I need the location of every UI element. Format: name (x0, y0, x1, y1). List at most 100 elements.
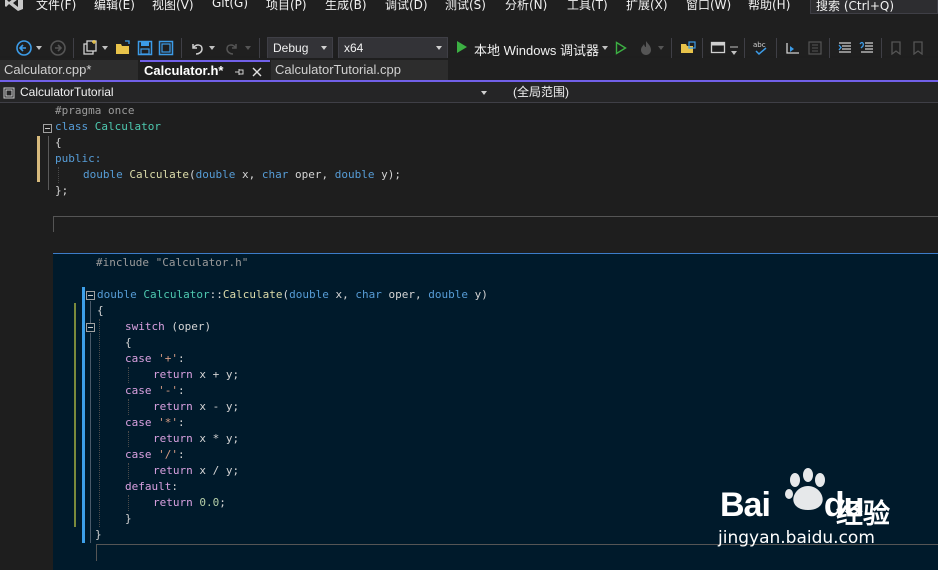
function-name: Calculate (222, 288, 283, 301)
uncomment-icon[interactable] (857, 38, 877, 58)
code-line: case '+': (125, 351, 185, 367)
pin-icon[interactable] (234, 67, 244, 77)
collapse-region-icon[interactable] (86, 323, 95, 332)
menu-window[interactable]: 窗口(W) (686, 0, 731, 13)
code-line: case '/': (125, 447, 185, 463)
tab-calculatortutorial-cpp[interactable]: CalculatorTutorial.cpp (271, 60, 448, 80)
project-combo[interactable]: CalculatorTutorial (3, 83, 490, 102)
bookmark-previous-icon[interactable] (909, 38, 927, 58)
keyword: case (125, 416, 152, 429)
code-editor-calculator-h[interactable]: #pragma once class Calculator { public: … (0, 103, 938, 209)
new-dropdown-icon[interactable] (100, 38, 110, 58)
keyword: return (153, 400, 193, 413)
project-name: CalculatorTutorial (20, 85, 114, 99)
code-line: return x - y; (153, 399, 239, 415)
outdent-icon[interactable] (805, 38, 825, 58)
close-icon[interactable] (252, 67, 262, 77)
code-line: case '*': (125, 415, 185, 431)
back-dropdown-icon[interactable] (34, 38, 44, 58)
watermark-brand-part: Bai (720, 486, 771, 524)
keyword: return (153, 464, 193, 477)
undo-icon[interactable] (187, 38, 207, 58)
forward-icon[interactable] (48, 38, 68, 58)
menu-analyze[interactable]: 分析(N) (505, 0, 547, 13)
keyword: case (125, 352, 152, 365)
window-layout-icon[interactable] (708, 38, 728, 58)
fold-guide (90, 301, 91, 323)
code-line: case '-': (125, 383, 185, 399)
tab-label: Calculator.cpp* (4, 62, 92, 77)
indent-guide (128, 367, 129, 383)
char-literal: '-' (158, 384, 178, 397)
punctuation: ; (219, 496, 226, 509)
back-icon[interactable] (14, 38, 34, 58)
punctuation: ( (188, 168, 196, 181)
menu-view[interactable]: 视图(V) (152, 0, 194, 13)
keyword: double (428, 288, 468, 301)
start-debugging-button[interactable]: 本地 Windows 调试器 (474, 40, 599, 59)
menu-extensions[interactable]: 扩展(X) (626, 0, 668, 13)
configuration-combo[interactable]: Debug (267, 37, 333, 59)
keyword: case (125, 384, 152, 397)
redo-dropdown-icon[interactable] (243, 38, 253, 58)
chevron-down-icon (436, 46, 442, 50)
bookmark-icon[interactable] (887, 38, 905, 58)
code-line: double Calculate(double x, char oper, do… (83, 167, 401, 183)
keyword: return (153, 368, 193, 381)
hot-reload-dropdown-icon[interactable] (656, 38, 666, 58)
save-all-icon[interactable] (156, 38, 176, 58)
debugger-dropdown-icon[interactable] (600, 38, 610, 58)
code-line: #include "Calculator.h" (96, 255, 248, 271)
comment-icon[interactable] (835, 38, 855, 58)
hot-reload-icon[interactable] (636, 38, 656, 58)
menu-file[interactable]: 文件(F) (36, 0, 76, 13)
scope-label: (全局范围) (513, 85, 569, 99)
platform-combo[interactable]: x64 (338, 37, 448, 59)
scope-combo[interactable]: (全局范围) (513, 83, 933, 102)
search-input[interactable]: 搜索 (Ctrl+Q) (810, 0, 938, 14)
expression: x * y; (192, 432, 240, 445)
menu-debug[interactable]: 调试(D) (385, 0, 428, 13)
code-line: return 0.0; (153, 495, 226, 511)
keyword: char (355, 288, 382, 301)
code-line: }; (55, 184, 69, 197)
undo-dropdown-icon[interactable] (207, 38, 217, 58)
start-debugging-icon[interactable] (454, 39, 470, 55)
menu-build[interactable]: 生成(B) (325, 0, 367, 13)
fold-guide (48, 136, 49, 190)
redo-icon[interactable] (222, 38, 242, 58)
tab-calculator-cpp[interactable]: Calculator.cpp* (0, 60, 138, 80)
open-file-icon[interactable] (113, 38, 133, 58)
keyword: double (289, 288, 329, 301)
collapse-region-icon[interactable] (43, 124, 52, 133)
unsaved-change-marker (37, 136, 40, 182)
menu-edit[interactable]: 编辑(E) (94, 0, 135, 13)
char-literal: '*' (158, 416, 178, 429)
menu-git[interactable]: Git(G) (212, 0, 248, 10)
solution-explorer-icon[interactable] (678, 38, 698, 58)
code-line: switch (oper) (125, 319, 211, 335)
collapse-region-icon[interactable] (86, 291, 95, 300)
parameter: oper, (288, 168, 335, 181)
save-icon[interactable] (135, 38, 155, 58)
code-line: return x / y; (153, 463, 239, 479)
menu-tools[interactable]: 工具(T) (567, 0, 608, 13)
punctuation: : (178, 416, 185, 429)
punctuation: : (171, 480, 178, 493)
tab-calculator-h[interactable]: Calculator.h* (140, 60, 270, 80)
function-name: Calculate (129, 168, 189, 181)
code-line: #pragma once (55, 104, 135, 117)
keyword: double (195, 168, 236, 181)
expression: x + y; (192, 368, 240, 381)
parameter: x, (328, 288, 356, 301)
layout-dropdown-icon[interactable] (729, 44, 739, 58)
menu-help[interactable]: 帮助(H) (748, 0, 790, 13)
keyword: default (125, 480, 172, 493)
start-without-debug-icon[interactable] (612, 38, 630, 58)
navigation-bar: CalculatorTutorial (全局范围) (0, 82, 938, 103)
indent-icon[interactable] (783, 38, 803, 58)
new-project-icon[interactable] (80, 38, 100, 58)
spell-check-icon[interactable]: abc (751, 38, 771, 58)
menu-project[interactable]: 项目(P) (266, 0, 307, 13)
menu-test[interactable]: 测试(S) (445, 0, 486, 13)
